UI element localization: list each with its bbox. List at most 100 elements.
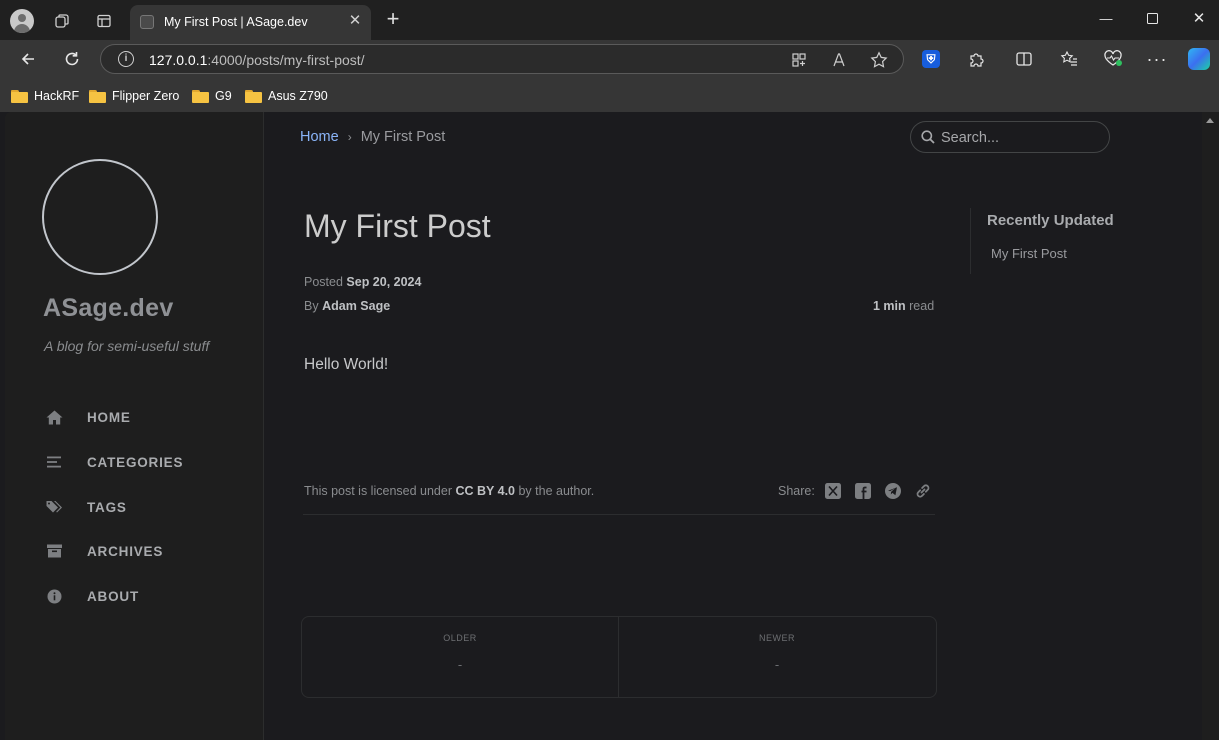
tab-title: My First Post | ASage.dev: [164, 15, 308, 29]
site-favicon-icon: [140, 15, 154, 29]
more-options-icon[interactable]: ···: [1146, 48, 1168, 70]
site-title[interactable]: ASage.dev: [43, 294, 174, 323]
search-input[interactable]: Search...: [910, 121, 1110, 153]
posted-label: Posted: [304, 275, 343, 289]
nav-item-tags[interactable]: TAGS: [45, 495, 126, 519]
nav-label: TAGS: [87, 499, 127, 515]
new-tab-button[interactable]: +: [382, 8, 404, 31]
bookmark-label: HackRF: [34, 89, 80, 103]
back-arrow-icon[interactable]: [16, 47, 40, 71]
site-subtitle: A blog for semi-useful stuff: [44, 338, 210, 354]
telegram-icon[interactable]: [884, 482, 902, 500]
post-title: My First Post: [304, 208, 491, 244]
site-avatar[interactable]: [42, 159, 158, 275]
tab-actions-icon[interactable]: [91, 8, 117, 34]
read-time: 1 min read: [873, 299, 934, 313]
copy-link-icon[interactable]: [914, 482, 932, 500]
folder-icon: [89, 89, 106, 103]
favorite-star-icon[interactable]: [869, 50, 889, 70]
browser-essentials-icon[interactable]: [1102, 48, 1124, 70]
read-label: read: [909, 299, 935, 313]
newer-label: NEWER: [759, 633, 795, 643]
breadcrumb-home-link[interactable]: Home: [300, 129, 339, 145]
categories-icon: [45, 453, 63, 471]
breadcrumb-current: My First Post: [360, 129, 446, 145]
post-author: By Adam Sage: [304, 299, 390, 313]
bookmark-folder-hackrf[interactable]: HackRF: [11, 87, 79, 105]
bookmarks-bar: HackRF Flipper Zero G9 Asus Z790: [0, 78, 1219, 112]
nav-item-about[interactable]: ABOUT: [45, 584, 138, 608]
license-prefix: This post is licensed under: [304, 484, 452, 498]
read-time-value: 1 min: [873, 299, 906, 313]
folder-icon: [245, 89, 262, 103]
nav-label: HOME: [87, 409, 131, 425]
address-bar[interactable]: i 127.0.0.1:4000/posts/my-first-post/: [100, 44, 904, 74]
bookmark-folder-g9[interactable]: G9: [192, 87, 232, 105]
panel-heading: Recently Updated: [987, 212, 1114, 229]
browser-tab-active[interactable]: My First Post | ASage.dev ✕: [130, 5, 371, 40]
bitwarden-extension-icon[interactable]: ⛨: [922, 50, 940, 68]
nav-item-categories[interactable]: CATEGORIES: [45, 450, 182, 474]
posted-date: Sep 20, 2024: [346, 275, 422, 289]
license-link[interactable]: CC BY 4.0: [455, 484, 515, 498]
nav-label: ARCHIVES: [87, 543, 164, 559]
bookmark-label: G9: [215, 89, 232, 103]
browser-titlebar: My First Post | ASage.dev ✕ + — ✕: [0, 0, 1219, 40]
breadcrumb: Home › My First Post: [300, 129, 445, 145]
workspaces-icon[interactable]: [49, 8, 75, 34]
url-path: :4000/posts/my-first-post/: [207, 52, 365, 68]
info-icon: [45, 587, 63, 605]
folder-icon: [11, 89, 28, 103]
nav-label: ABOUT: [87, 588, 139, 604]
bookmark-label: Asus Z790: [268, 89, 328, 103]
recent-post-link[interactable]: My First Post: [991, 246, 1067, 261]
bookmark-folder-flipper-zero[interactable]: Flipper Zero: [89, 87, 179, 105]
page-scrollbar[interactable]: [1202, 112, 1219, 740]
archive-icon: [45, 542, 63, 560]
license-notice: This post is licensed under CC BY 4.0 by…: [304, 484, 594, 498]
sidebar: ASage.dev A blog for semi-useful stuff H…: [5, 112, 264, 740]
nav-label: CATEGORIES: [87, 454, 184, 470]
topbar: Home › My First Post Search...: [265, 112, 1202, 162]
home-icon: [45, 408, 63, 426]
browser-toolbar: i 127.0.0.1:4000/posts/my-first-post/ ⛨ …: [0, 40, 1219, 78]
refresh-icon[interactable]: [60, 47, 84, 71]
app-available-icon[interactable]: [789, 50, 809, 70]
search-placeholder: Search...: [941, 130, 1000, 146]
profile-avatar-icon[interactable]: [10, 9, 34, 33]
recently-updated-panel: Recently Updated My First Post: [970, 208, 1160, 274]
nav-item-archives[interactable]: ARCHIVES: [45, 539, 162, 563]
copilot-icon[interactable]: [1188, 48, 1210, 70]
scroll-up-arrow-icon[interactable]: [1206, 118, 1214, 123]
search-icon: [921, 130, 935, 144]
site-info-icon[interactable]: i: [118, 51, 134, 67]
post-body: Hello World!: [304, 356, 389, 373]
post-navigation: OLDER - NEWER -: [301, 616, 937, 698]
older-label: OLDER: [443, 633, 477, 643]
newer-post-link[interactable]: -: [619, 657, 935, 672]
folder-icon: [192, 89, 209, 103]
minimize-icon[interactable]: —: [1094, 8, 1118, 30]
older-post-link[interactable]: -: [302, 657, 618, 672]
favorites-list-icon[interactable]: [1058, 48, 1080, 70]
bookmark-folder-asus-z790[interactable]: Asus Z790: [245, 87, 328, 105]
breadcrumb-separator: ›: [347, 130, 352, 144]
x-twitter-icon[interactable]: [824, 482, 842, 500]
author-name[interactable]: Adam Sage: [322, 299, 390, 313]
share-label: Share:: [778, 484, 815, 498]
bookmark-label: Flipper Zero: [112, 89, 180, 103]
url-text[interactable]: 127.0.0.1:4000/posts/my-first-post/: [149, 52, 365, 68]
maximize-icon[interactable]: [1140, 8, 1164, 30]
tags-icon: [45, 498, 63, 516]
by-label: By: [304, 299, 319, 313]
split-screen-icon[interactable]: [1013, 48, 1035, 70]
extensions-puzzle-icon[interactable]: [966, 48, 988, 70]
post-divider: [303, 514, 935, 515]
facebook-icon[interactable]: [854, 482, 872, 500]
license-suffix: by the author.: [518, 484, 595, 498]
close-window-icon[interactable]: ✕: [1187, 8, 1211, 30]
nav-item-home[interactable]: HOME: [45, 405, 130, 429]
tab-close-icon[interactable]: ✕: [346, 12, 364, 30]
post-date: Posted Sep 20, 2024: [304, 275, 421, 289]
read-aloud-icon[interactable]: [830, 50, 850, 70]
